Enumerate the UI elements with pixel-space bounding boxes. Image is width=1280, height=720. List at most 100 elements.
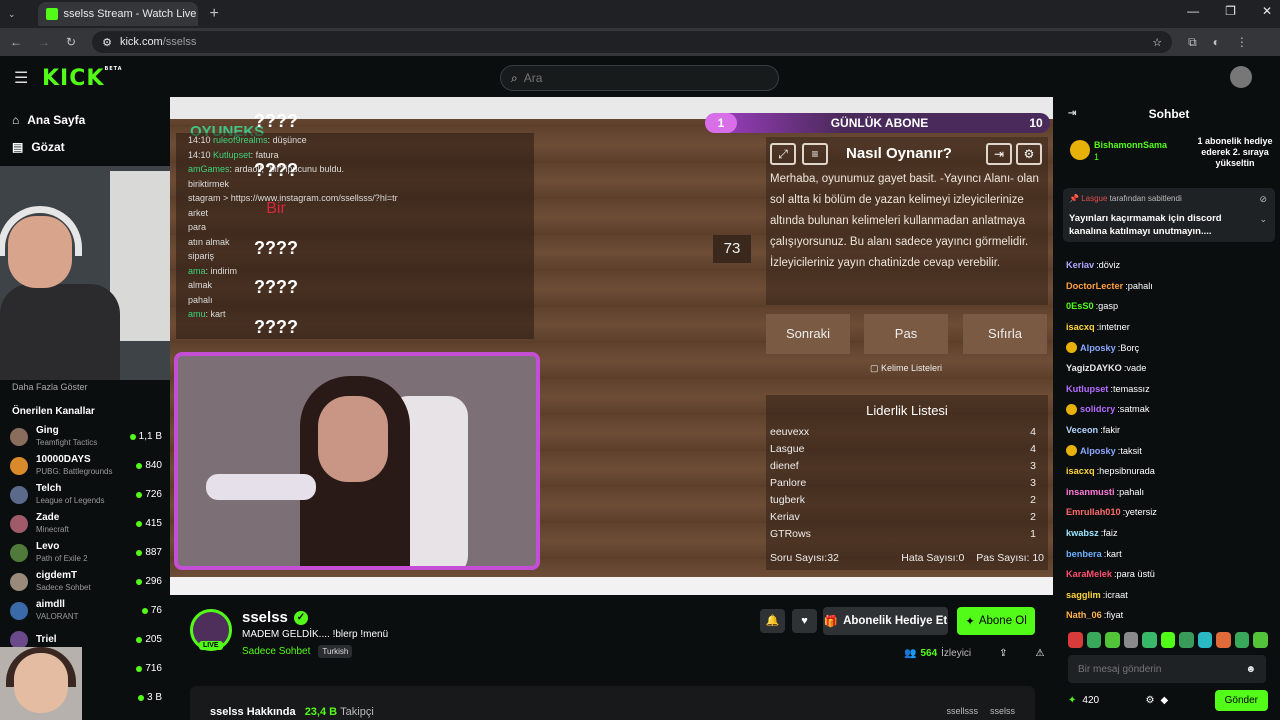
chat-username[interactable]: solidcry — [1080, 404, 1115, 414]
chat-username[interactable]: Keriav — [1066, 260, 1094, 270]
chat-username[interactable]: 0EsS0 — [1066, 301, 1094, 311]
points-count[interactable]: 420 — [1082, 695, 1099, 706]
nav-browse-label: Gözat — [31, 139, 65, 154]
back-icon[interactable]: ← — [10, 35, 22, 49]
restore-icon[interactable]: ❐ — [1225, 4, 1236, 18]
expand-pin-icon[interactable]: ⌄ — [1259, 214, 1267, 225]
chat-username[interactable]: kwabsz — [1066, 528, 1099, 538]
gift-leader-name[interactable]: BishamonnSama — [1094, 140, 1167, 150]
suggested-channel[interactable]: Zade Minecraft 415 — [10, 509, 162, 538]
forward-icon[interactable]: → — [38, 35, 50, 49]
emote-icon[interactable] — [1216, 632, 1231, 648]
bookmark-star-icon[interactable]: ☆ — [1152, 36, 1162, 49]
chat-username[interactable]: Alposky — [1080, 343, 1116, 353]
live-dot-icon — [136, 462, 143, 469]
channel-avatar — [10, 601, 28, 620]
chat-username[interactable]: YagizDAYKO — [1066, 363, 1122, 373]
emote-icon[interactable] — [1142, 632, 1157, 648]
discord-link[interactable]: sselss — [990, 706, 1015, 716]
chat-message: Alposky: Borç — [1066, 337, 1276, 358]
live-dot-icon — [136, 549, 143, 556]
leaderboard-row: Keriav 2 — [766, 509, 1048, 526]
chat-username[interactable]: Veceon — [1066, 425, 1098, 435]
site-header: ☰ KICKBETA ⌕ — [0, 56, 1280, 100]
kick-logo[interactable]: KICKBETA — [42, 66, 123, 91]
suggested-channel[interactable]: Levo Path of Exile 2 887 — [10, 538, 162, 567]
emoji-icon[interactable]: ☻ — [1245, 664, 1256, 675]
chat-username[interactable]: benbera — [1066, 549, 1102, 559]
new-tab-icon[interactable]: + — [210, 5, 219, 23]
minimize-icon[interactable]: — — [1187, 4, 1199, 18]
chat-settings-icon[interactable]: ⚙ — [1146, 695, 1155, 706]
streamer-name[interactable]: sselss ✓ — [242, 609, 308, 626]
emote-icon[interactable] — [1105, 632, 1120, 648]
suggested-channel[interactable]: aimdll VALORANT 76 — [10, 596, 162, 625]
channel-avatar — [10, 572, 28, 591]
instagram-link[interactable]: ssellsss — [946, 706, 978, 716]
nav-home[interactable]: ⌂ Ana Sayfa — [0, 106, 170, 133]
chat-username[interactable]: isacxq — [1066, 322, 1095, 332]
emote-icon[interactable] — [1123, 632, 1139, 648]
gift-cta[interactable]: 1 abonelik hediye ederek 2. sıraya yükse… — [1194, 136, 1276, 169]
collapse-chat-icon[interactable]: ⇥ — [1068, 108, 1076, 119]
suggested-channel[interactable]: 10000DAYS PUBG: Battlegrounds 840 — [10, 451, 162, 480]
menu-icon[interactable]: ☰ — [14, 68, 28, 88]
search-input[interactable] — [523, 71, 744, 85]
subscribe-button[interactable]: ✦ Abone Ol — [957, 607, 1035, 635]
chat-input-box[interactable]: ☻ — [1068, 655, 1266, 683]
extensions-icon[interactable]: ⧉ — [1188, 35, 1197, 50]
subscriber-badge-icon — [1066, 403, 1077, 415]
chat-username[interactable]: Kutlupset — [1066, 384, 1108, 394]
address-bar[interactable]: ⚙ kick.com/sselss ☆ — [92, 31, 1173, 53]
unpin-icon[interactable]: ⊘ — [1259, 194, 1267, 205]
chat-username[interactable]: Emrullah010 — [1066, 507, 1121, 517]
chat-username[interactable]: Alposky — [1080, 446, 1116, 456]
chat-input[interactable] — [1078, 663, 1246, 675]
video-player[interactable]: OYUNEKS 14:10 ruleof9realms: düşünce 14:1… — [170, 97, 1053, 595]
chat-username[interactable]: DoctorLecter — [1066, 281, 1123, 291]
chat-username[interactable]: KaraMelek — [1066, 569, 1112, 579]
emote-icon[interactable] — [1253, 632, 1269, 648]
question-count: 73 — [713, 235, 751, 263]
nav-browse[interactable]: ▤ Gözat — [0, 133, 170, 160]
chat-rules-icon[interactable]: ◆ — [1160, 695, 1168, 706]
channel-text: Ging Teamfight Tactics — [36, 425, 97, 449]
profile-icon[interactable]: ◐ — [1213, 35, 1220, 49]
close-window-icon[interactable]: ✕ — [1262, 4, 1272, 18]
user-avatar[interactable] — [1230, 66, 1252, 88]
suggested-channel[interactable]: Telch League of Legends 726 — [10, 480, 162, 509]
tab-list-icon[interactable]: ⌄ — [8, 9, 16, 20]
send-button[interactable]: Gönder — [1214, 689, 1268, 711]
suggested-channel[interactable]: cigdemT Sadece Sohbet 296 — [10, 567, 162, 596]
gift-sub-button[interactable]: 🎁 Abonelik Hediye Et — [823, 607, 948, 635]
show-more-link[interactable]: Daha Fazla Göster — [12, 382, 88, 392]
channel-viewers: 887 — [136, 547, 162, 558]
chat-username[interactable]: isacxq — [1066, 466, 1095, 476]
stream-category[interactable]: Sadece Sohbet — [242, 646, 310, 657]
browser-tab[interactable]: sselss Stream - Watch Live 🔊 ✕ — [37, 2, 198, 26]
emote-icon[interactable] — [1197, 632, 1213, 648]
emote-icon[interactable] — [1179, 632, 1194, 648]
chat-username[interactable]: insanmusti — [1066, 487, 1115, 497]
stream-tag[interactable]: Turkish — [318, 645, 353, 658]
stream-title: MADEM GELDİK.... !blerp !menü — [242, 629, 389, 640]
follow-heart-icon[interactable]: ♥ — [792, 609, 817, 633]
emote-icon[interactable] — [1068, 632, 1083, 648]
emote-icon[interactable] — [1234, 632, 1250, 648]
reload-icon[interactable]: ↻ — [66, 35, 76, 49]
channel-text: Triel — [36, 634, 57, 646]
chat-username[interactable]: sagglim — [1066, 590, 1101, 600]
search-box[interactable]: ⌕ — [500, 65, 779, 91]
chat-username[interactable]: Nath_06 — [1066, 610, 1102, 620]
emote-bar — [1068, 632, 1269, 648]
report-icon[interactable]: ⚠ — [1036, 648, 1045, 659]
about-panel: sselss Hakkında 23,4 B Takipçi ssellsss … — [190, 686, 1035, 720]
site-info-icon[interactable]: ⚙ — [102, 36, 112, 49]
leaderboard-name: Lasgue — [770, 443, 805, 455]
share-icon[interactable]: ⇪ — [999, 648, 1007, 659]
notification-bell-icon[interactable]: 🔔 — [760, 609, 785, 633]
suggested-channel[interactable]: Ging Teamfight Tactics 1,1 B — [10, 422, 162, 451]
emote-icon[interactable] — [1086, 632, 1102, 648]
emote-icon[interactable] — [1160, 632, 1176, 648]
browser-menu-icon[interactable]: ⋮ — [1236, 35, 1248, 49]
